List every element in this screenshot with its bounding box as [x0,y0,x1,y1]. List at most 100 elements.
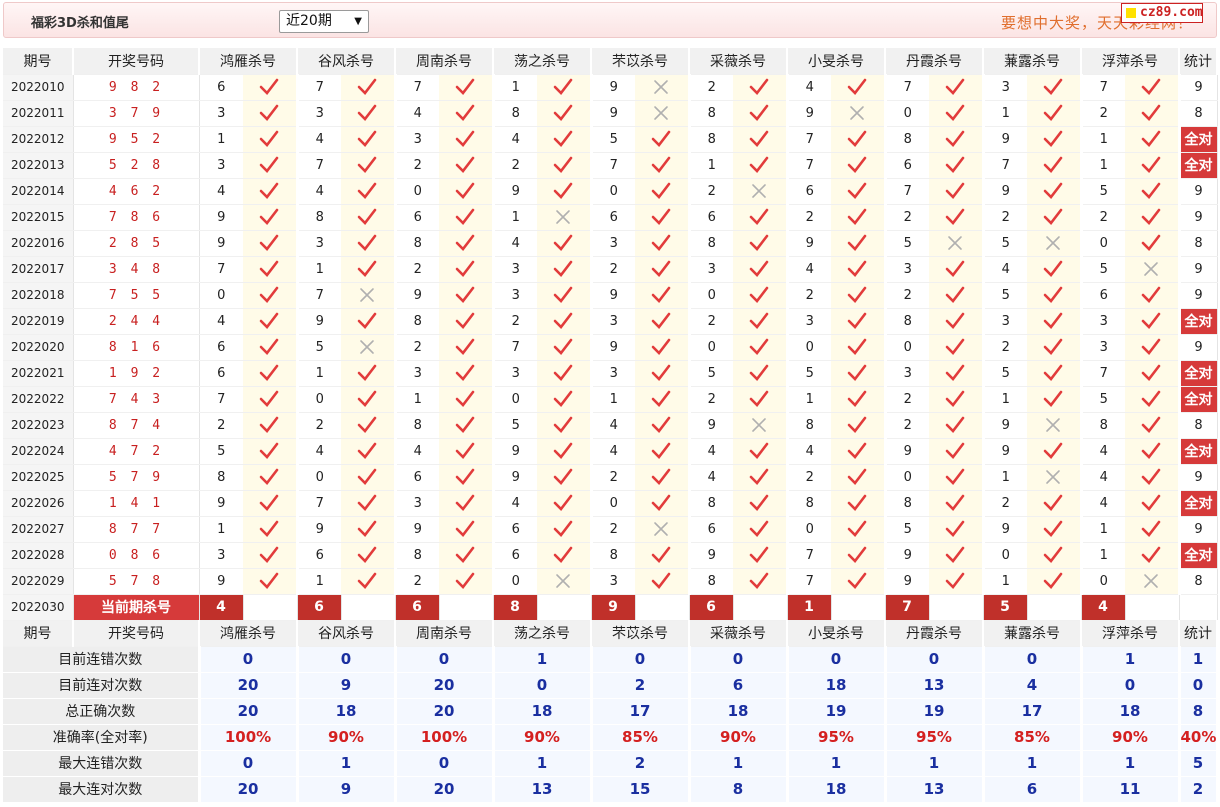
kill-number: 1 [591,386,635,413]
result-mark [929,386,985,413]
result-mark [341,334,397,361]
kill-number: 4 [493,230,537,257]
kill-number: 9 [493,464,537,491]
cross-icon [556,210,571,224]
check-icon [553,104,573,121]
summary-value: 18 [787,672,887,699]
check-icon [651,364,671,381]
check-icon [259,104,279,121]
summary-value: 20 [395,698,495,725]
kill-number: 1 [689,152,733,179]
check-icon [749,442,769,459]
table-row: 2022014 4 6 244090267959 [3,178,1218,205]
result-mark [1125,74,1181,101]
kill-number: 5 [983,282,1027,309]
result-mark [1027,74,1083,101]
check-icon [455,286,475,303]
result-mark [439,152,495,179]
col-header-issue: 期号 [3,48,74,75]
col-header-expert: 谷风杀号 [297,48,396,75]
kill-number: 1 [1081,542,1125,569]
issue-number: 2022013 [3,152,74,179]
current-kill-number: 4 [199,594,244,621]
kill-number: 2 [199,412,243,439]
kill-number: 2 [591,464,635,491]
result-mark [341,490,397,517]
summary-value: 100% [199,724,299,751]
result-mark [929,74,985,101]
result-mark [831,204,887,231]
check-icon [749,104,769,121]
check-icon [259,182,279,199]
kill-number: 4 [787,74,831,101]
kill-number: 6 [1081,282,1125,309]
kill-number: 0 [199,282,243,309]
kill-number: 3 [787,308,831,335]
summary-value: 90% [297,724,397,751]
check-icon [455,520,475,537]
result-mark [1125,256,1181,283]
kill-number: 2 [591,256,635,283]
check-icon [945,416,965,433]
kill-number: 2 [395,152,439,179]
check-icon [357,546,377,563]
kill-number: 6 [199,334,243,361]
check-icon [357,312,377,329]
summary-value: 95% [787,724,887,751]
site-logo-link[interactable]: cz89.com [1121,3,1203,23]
kill-number: 9 [395,282,439,309]
kill-number: 0 [1081,230,1125,257]
result-mark [1125,464,1181,491]
check-icon [1043,494,1063,511]
current-kill-blank [733,594,788,621]
kill-number: 7 [199,386,243,413]
result-mark [1027,464,1083,491]
check-icon [1141,390,1161,407]
check-icon [651,494,671,511]
draw-numbers: 9 5 2 [73,126,200,153]
check-icon [945,156,965,173]
kill-number: 8 [885,308,929,335]
check-icon [651,572,671,589]
kill-number: 3 [591,230,635,257]
summary-label: 最大连错次数 [3,750,201,777]
check-icon [945,260,965,277]
result-mark [1027,100,1083,127]
result-mark [1125,204,1181,231]
result-mark [635,464,691,491]
draw-numbers: 0 8 6 [73,542,200,569]
result-mark [1125,334,1181,361]
kill-number: 3 [493,282,537,309]
check-icon [553,364,573,381]
check-icon [455,182,475,199]
check-icon [357,156,377,173]
result-mark [831,126,887,153]
kill-number: 4 [297,438,341,465]
summary-label: 准确率(全对率) [3,724,201,751]
all-correct-badge: 全对 [1179,542,1218,569]
kill-number: 2 [885,412,929,439]
range-select[interactable]: 近20期 ▼ [279,10,369,33]
result-mark [635,412,691,439]
result-mark [733,178,789,205]
check-icon [357,182,377,199]
result-mark [537,386,593,413]
check-icon [1141,156,1161,173]
check-icon [553,286,573,303]
check-icon [455,208,475,225]
check-icon [749,364,769,381]
result-mark [733,490,789,517]
result-mark [831,178,887,205]
col-header-expert: 丹霞杀号 [885,48,984,75]
draw-numbers: 5 7 9 [73,464,200,491]
result-mark [341,542,397,569]
check-icon [1141,338,1161,355]
result-mark [635,360,691,387]
col-header-expert: 浮萍杀号 [1081,620,1180,647]
draw-numbers: 1 9 2 [73,360,200,387]
check-icon [1043,260,1063,277]
table-row: 2022026 1 4 1 9 7 3 4 0 8 8 8 2 4 全对 [3,490,1218,517]
draw-numbers: 5 7 8 [73,568,200,595]
kill-number: 2 [689,386,733,413]
kill-number: 8 [689,490,733,517]
